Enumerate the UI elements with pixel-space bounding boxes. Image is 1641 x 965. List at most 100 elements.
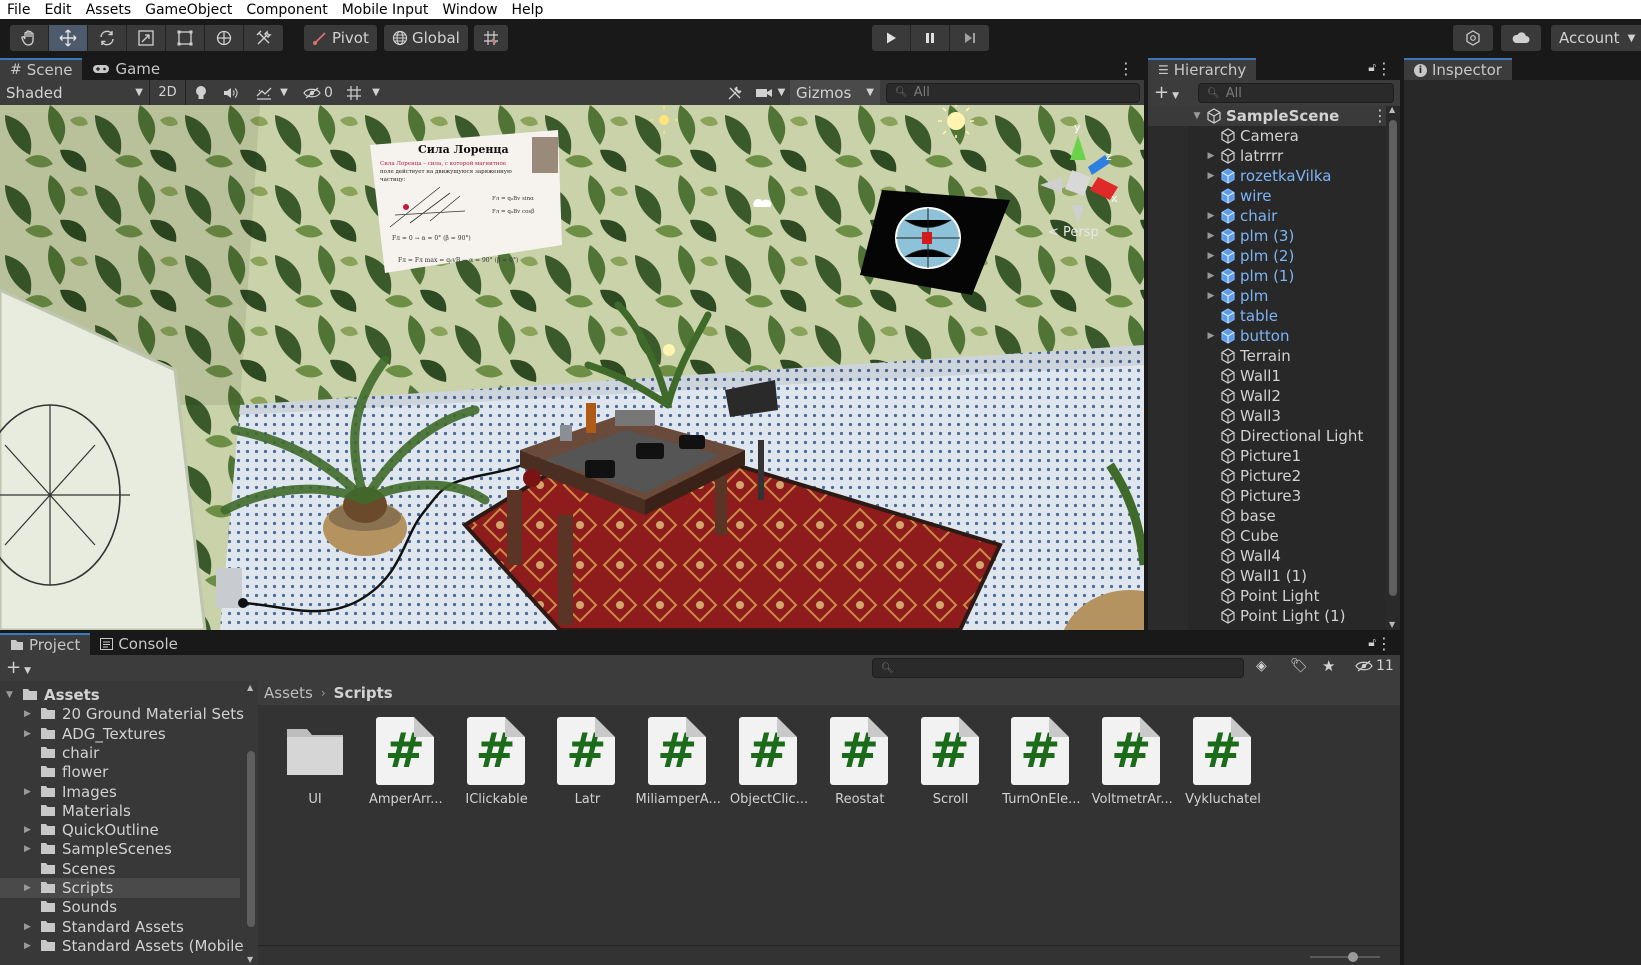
hierarchy-item[interactable]: Camera xyxy=(1148,126,1386,146)
hierarchy-item[interactable]: Wall2 xyxy=(1148,386,1386,406)
script-asset[interactable]: # Vykluchatel xyxy=(1178,717,1268,807)
scene-tools-button[interactable] xyxy=(720,80,750,105)
menu-mobile-input[interactable]: Mobile Input xyxy=(335,2,436,18)
pivot-toggle[interactable]: Pivot xyxy=(304,25,377,51)
folder-tree-item[interactable]: Scenes xyxy=(0,859,240,879)
tab-hierarchy[interactable]: ☰ Hierarchy xyxy=(1148,58,1257,80)
expand-arrow-icon[interactable]: ▶ xyxy=(1206,331,1216,341)
project-menu-icon[interactable]: ⋮ xyxy=(1376,634,1392,653)
folder-tree-item[interactable]: ▶ ADG_Textures xyxy=(0,724,240,744)
shading-mode-dropdown[interactable]: Shaded ▼ xyxy=(0,80,150,105)
tab-game[interactable]: Game xyxy=(82,58,170,80)
pause-button[interactable] xyxy=(911,25,950,51)
collapse-arrow-icon[interactable]: ▶ xyxy=(24,729,31,739)
collab-button[interactable] xyxy=(1453,25,1493,51)
hierarchy-item[interactable]: base xyxy=(1148,506,1386,526)
scene-search-input[interactable]: 🔍︎ All xyxy=(886,82,1140,103)
breadcrumb-scripts[interactable]: Scripts xyxy=(334,684,393,702)
project-search-input[interactable]: 🔍︎ xyxy=(872,658,1244,678)
grid-dropdown[interactable]: ▼ xyxy=(338,80,388,105)
collapse-arrow-icon[interactable]: ▶ xyxy=(24,709,31,719)
tab-project[interactable]: Project xyxy=(0,633,91,655)
hidden-objects-toggle[interactable]: 0 xyxy=(298,80,338,105)
grid-snap-button[interactable] xyxy=(474,25,508,51)
hierarchy-item[interactable]: ▶ latrrrr xyxy=(1148,146,1386,166)
script-asset[interactable]: # AmperArr... xyxy=(361,717,451,807)
hidden-packages-toggle[interactable]: 11 xyxy=(1355,658,1394,674)
script-asset[interactable]: # Scroll xyxy=(906,717,996,807)
lighting-toggle[interactable] xyxy=(186,80,216,105)
create-asset-dropdown[interactable]: + ▼ xyxy=(6,657,31,678)
hierarchy-item[interactable]: ▶ plm xyxy=(1148,286,1386,306)
expand-arrow-icon[interactable]: ▼ xyxy=(6,690,13,700)
hierarchy-scrollbar[interactable]: ▲ ▼ xyxy=(1386,105,1400,630)
expand-arrow-icon[interactable]: ▶ xyxy=(1206,171,1216,181)
hierarchy-item[interactable]: Picture3 xyxy=(1148,486,1386,506)
cloud-button[interactable] xyxy=(1501,25,1541,51)
folder-tree-item[interactable]: ▶ 20 Ground Material Sets I xyxy=(0,704,253,724)
collapse-arrow-icon[interactable]: ▶ xyxy=(24,941,31,951)
script-asset[interactable]: # MiliamperA... xyxy=(633,717,723,807)
folder-tree-item[interactable]: Materials xyxy=(0,801,240,821)
hierarchy-item[interactable]: Wall3 xyxy=(1148,406,1386,426)
lock-icon[interactable]: 🔓︎ xyxy=(1368,635,1376,650)
scale-tool-button[interactable] xyxy=(127,25,166,51)
tab-inspector[interactable]: i Inspector xyxy=(1404,58,1512,80)
collapse-arrow-icon[interactable]: ▶ xyxy=(24,922,31,932)
expand-arrow-icon[interactable]: ▶ xyxy=(1206,271,1216,281)
global-toggle[interactable]: Global xyxy=(384,25,468,51)
expand-arrow-icon[interactable]: ▶ xyxy=(1206,211,1216,221)
hierarchy-item[interactable]: Wall4 xyxy=(1148,546,1386,566)
hierarchy-menu-icon[interactable]: ⋮ xyxy=(1376,59,1392,78)
folder-tree-item[interactable]: ▼ Assets xyxy=(0,685,240,705)
hierarchy-item[interactable]: ▶ rozetkaVilka xyxy=(1148,166,1386,186)
folder-tree-item[interactable]: Sounds xyxy=(0,897,240,917)
menu-window[interactable]: Window xyxy=(435,2,504,18)
menu-edit[interactable]: Edit xyxy=(37,2,78,18)
hierarchy-item[interactable]: Cube xyxy=(1148,526,1386,546)
add-object-dropdown[interactable]: + ▼ xyxy=(1154,82,1179,103)
custom-tool-button[interactable] xyxy=(244,25,283,51)
tab-console[interactable]: Console xyxy=(90,633,188,655)
hierarchy-item[interactable]: Point Light (1) xyxy=(1148,606,1386,626)
icon-size-slider[interactable] xyxy=(1310,952,1380,962)
scene-menu-icon[interactable]: ⋮ xyxy=(1118,59,1134,78)
hierarchy-item[interactable]: wire xyxy=(1148,186,1386,206)
hierarchy-item[interactable]: Wall1 (1) xyxy=(1148,566,1386,586)
folder-tree-item[interactable]: ▶ Images xyxy=(0,782,240,802)
script-asset[interactable]: # Reostat xyxy=(815,717,905,807)
menu-file[interactable]: File xyxy=(0,2,37,18)
folder-tree-item[interactable]: ▶ Standard Assets (Mobile) xyxy=(0,936,250,956)
favorites-star-icon[interactable]: ★ xyxy=(1322,657,1335,675)
menu-gameobject[interactable]: GameObject xyxy=(138,2,239,18)
collapse-arrow-icon[interactable]: ▶ xyxy=(24,825,31,835)
filter-label-icon[interactable]: 🏷︎ xyxy=(1290,658,1308,674)
menu-component[interactable]: Component xyxy=(239,2,334,18)
effects-dropdown[interactable]: ▼ xyxy=(246,80,298,105)
collapse-arrow-icon[interactable]: ▶ xyxy=(24,844,31,854)
expand-arrow-icon[interactable]: ▶ xyxy=(1206,231,1216,241)
lock-icon[interactable]: 🔓︎ xyxy=(1368,60,1376,75)
hierarchy-item[interactable]: Point Light xyxy=(1148,586,1386,606)
tab-scene[interactable]: # Scene xyxy=(0,58,83,80)
play-button[interactable] xyxy=(872,25,911,51)
menu-help[interactable]: Help xyxy=(505,2,551,18)
expand-arrow-icon[interactable]: ▶ xyxy=(1206,291,1216,301)
hierarchy-item[interactable]: Wall1 xyxy=(1148,366,1386,386)
hierarchy-search-input[interactable]: 🔍︎ All xyxy=(1198,83,1394,103)
hierarchy-item[interactable]: Picture2 xyxy=(1148,466,1386,486)
script-asset[interactable]: # VoltmetrAr... xyxy=(1087,717,1177,807)
expand-arrow-icon[interactable]: ▶ xyxy=(1206,151,1216,161)
folder-tree-item[interactable]: chair xyxy=(0,743,240,763)
folder-tree-item[interactable]: flower xyxy=(0,762,240,782)
hierarchy-item[interactable]: ▶ plm (3) xyxy=(1148,226,1386,246)
hierarchy-item[interactable]: ▶ button xyxy=(1148,326,1386,346)
breadcrumb-assets[interactable]: Assets xyxy=(264,684,313,702)
menu-assets[interactable]: Assets xyxy=(79,2,139,18)
rect-tool-button[interactable] xyxy=(166,25,205,51)
script-asset[interactable]: # TurnOnEle... xyxy=(996,717,1086,807)
folder-tree-item[interactable]: ▶ QuickOutline xyxy=(0,820,240,840)
folder-tree-item[interactable]: ▶ Standard Assets xyxy=(0,917,240,937)
camera-dropdown[interactable]: ▼ xyxy=(750,80,790,105)
hierarchy-item[interactable]: table xyxy=(1148,306,1386,326)
